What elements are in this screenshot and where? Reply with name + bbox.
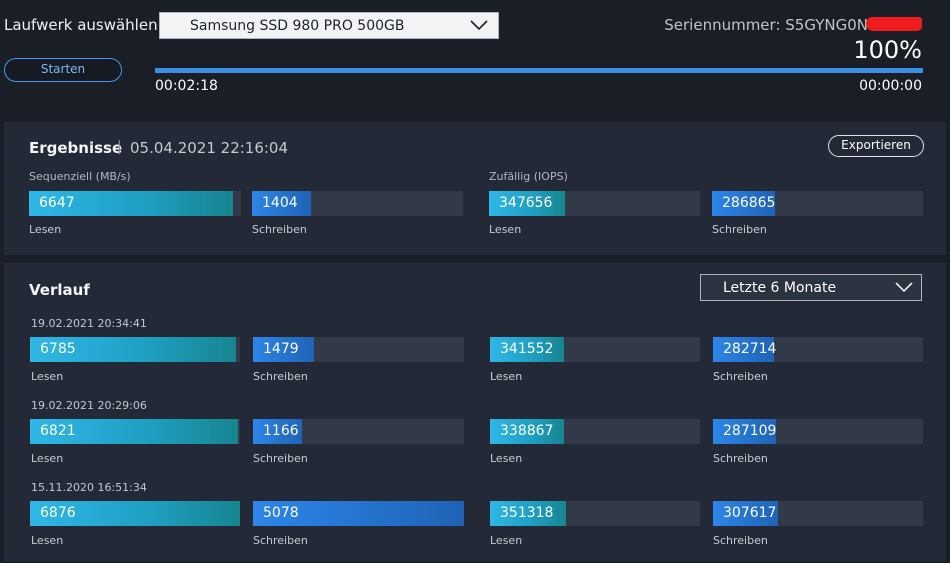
result-bar-value: 6647 xyxy=(39,195,75,211)
result-bar-value: 1404 xyxy=(262,195,298,211)
history-title: Verlauf xyxy=(29,281,90,299)
history-bar: 6785 xyxy=(30,337,240,362)
history-bar-value: 338867 xyxy=(500,423,554,439)
history-bar-label: Lesen xyxy=(31,452,64,465)
result-bar: 347656 xyxy=(489,191,700,216)
history-bar-label: Schreiben xyxy=(713,534,768,547)
history-bar-label: Schreiben xyxy=(253,534,308,547)
history-run-timestamp: 19.02.2021 20:34:41 xyxy=(31,317,147,330)
history-bar-value: 282714 xyxy=(723,341,777,357)
history-bar-value: 1166 xyxy=(263,423,299,439)
history-bar: 282714 xyxy=(713,337,923,362)
history-bar-label: Schreiben xyxy=(253,452,308,465)
history-run-timestamp: 19.02.2021 20:29:06 xyxy=(31,399,147,412)
remaining-time: 00:00:00 xyxy=(859,78,922,94)
redaction-mark xyxy=(866,17,922,31)
progress-bar-fill xyxy=(155,68,923,73)
result-bar-label: Schreiben xyxy=(712,223,767,236)
start-button[interactable]: Starten xyxy=(4,58,122,82)
history-bar-label: Schreiben xyxy=(713,452,768,465)
results-timestamp: 05.04.2021 22:16:04 xyxy=(130,139,289,157)
result-bar-value: 286865 xyxy=(722,195,776,211)
drive-select-label: Laufwerk auswählen xyxy=(4,16,158,34)
elapsed-time: 00:02:18 xyxy=(155,78,218,94)
history-bar: 307617 xyxy=(713,501,923,526)
history-bar-value: 5078 xyxy=(263,505,299,521)
time-range-value: Letzte 6 Monate xyxy=(723,280,837,296)
title-separator: | xyxy=(117,139,122,155)
history-bar-label: Lesen xyxy=(490,534,523,547)
drive-dropdown-value: Samsung SSD 980 PRO 500GB xyxy=(190,18,405,34)
results-panel: Ergebnisse | 05.04.2021 22:16:04 Exporti… xyxy=(4,122,946,255)
serial-number: Seriennummer: S5GYNG0N xyxy=(664,16,922,34)
history-bar-value: 6785 xyxy=(40,341,76,357)
serial-number-value: S5GYNG0N xyxy=(785,16,868,34)
history-bar: 6876 xyxy=(30,501,240,526)
history-bar-value: 351318 xyxy=(500,505,554,521)
history-bar-value: 307617 xyxy=(723,505,777,521)
history-bar: 338867 xyxy=(490,419,700,444)
time-range-dropdown[interactable]: Letzte 6 Monate xyxy=(700,274,922,301)
history-bar-label: Schreiben xyxy=(253,370,308,383)
result-bar-value: 347656 xyxy=(499,195,553,211)
history-bar-label: Schreiben xyxy=(713,370,768,383)
sequential-label: Sequenziell (MB/s) xyxy=(29,170,131,183)
results-title: Ergebnisse xyxy=(29,139,123,157)
drive-dropdown[interactable]: Samsung SSD 980 PRO 500GB xyxy=(159,12,499,39)
result-bar: 286865 xyxy=(712,191,923,216)
result-bar-label: Lesen xyxy=(29,223,62,236)
history-bar: 287109 xyxy=(713,419,923,444)
history-bar-value: 341552 xyxy=(500,341,554,357)
history-run-timestamp: 15.11.2020 16:51:34 xyxy=(31,481,147,494)
history-bar: 1479 xyxy=(253,337,464,362)
chevron-down-icon xyxy=(470,20,488,31)
history-bar: 5078 xyxy=(253,501,464,526)
history-bar: 351318 xyxy=(490,501,700,526)
history-bar-label: Lesen xyxy=(31,534,64,547)
export-button[interactable]: Exportieren xyxy=(828,135,924,157)
history-bar-value: 287109 xyxy=(723,423,777,439)
result-bar-label: Schreiben xyxy=(252,223,307,236)
result-bar: 6647 xyxy=(29,191,241,216)
progress-bar xyxy=(155,68,923,73)
history-bar-label: Lesen xyxy=(490,370,523,383)
progress-percent: 100% xyxy=(853,36,922,64)
result-bar: 1404 xyxy=(252,191,463,216)
history-bar: 341552 xyxy=(490,337,700,362)
history-bar-label: Lesen xyxy=(490,452,523,465)
serial-number-label: Seriennummer: xyxy=(664,16,781,34)
history-bar-value: 1479 xyxy=(263,341,299,357)
history-bar: 6821 xyxy=(30,419,240,444)
chevron-down-icon xyxy=(895,282,913,293)
random-label: Zufällig (IOPS) xyxy=(489,170,568,183)
history-bar-value: 6876 xyxy=(40,505,76,521)
history-panel: Verlauf Letzte 6 Monate 19.02.2021 20:34… xyxy=(4,263,946,561)
result-bar-label: Lesen xyxy=(489,223,522,236)
history-bar: 1166 xyxy=(253,419,464,444)
history-bar-label: Lesen xyxy=(31,370,64,383)
history-bar-value: 6821 xyxy=(40,423,76,439)
